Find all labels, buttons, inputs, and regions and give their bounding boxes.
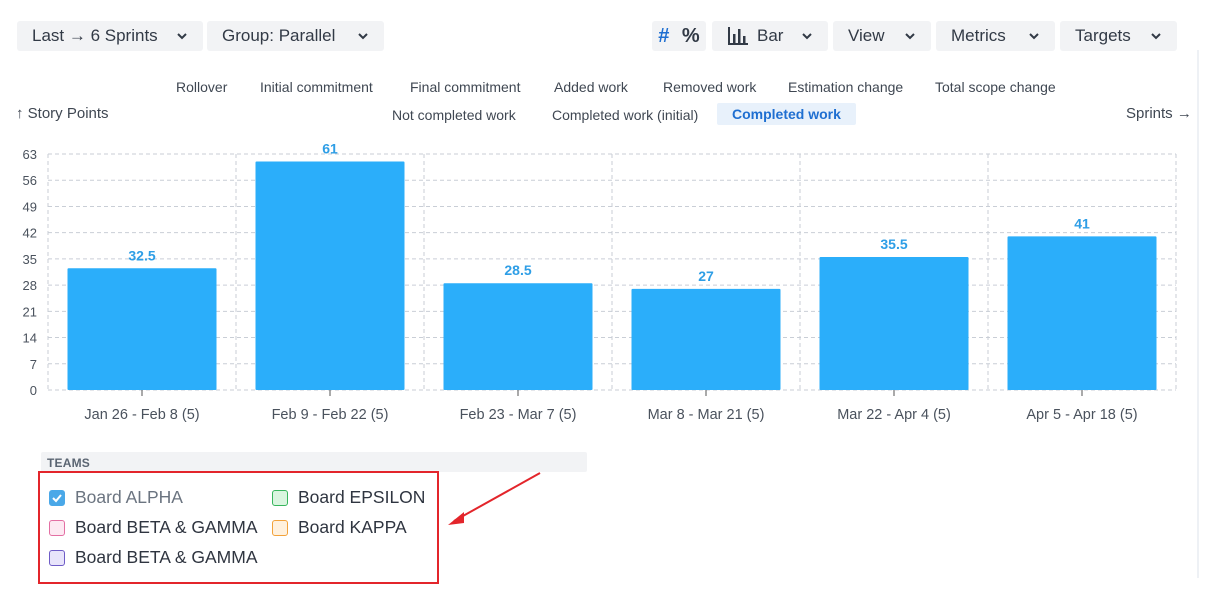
chart-type-content: Bar bbox=[727, 26, 783, 46]
completed-work-bar-chart: 0 7 14 21 28 35 42 49 56 63 32.5 Jan 26 - Feb 8 (5)… bbox=[23, 140, 1177, 423]
y-tick-label: 7 bbox=[30, 357, 37, 372]
period-dropdown[interactable]: Last → 6 Sprints bbox=[17, 21, 203, 51]
team-label: Board ALPHA bbox=[75, 487, 183, 507]
y-tick-label: 49 bbox=[23, 199, 37, 214]
count-toggle[interactable]: # bbox=[658, 25, 669, 48]
tab-rollover[interactable]: Rollover bbox=[176, 79, 227, 95]
bar bbox=[819, 257, 969, 390]
bar-value-label: 28.5 bbox=[504, 262, 531, 278]
tab-completed-work[interactable]: Completed work bbox=[717, 103, 856, 125]
bar-value-label: 32.5 bbox=[128, 247, 155, 263]
y-tick-label: 14 bbox=[23, 331, 37, 346]
x-tick-label: Jan 26 - Feb 8 (5) bbox=[84, 407, 199, 423]
bar bbox=[631, 288, 781, 390]
bar-chart-icon bbox=[728, 27, 748, 45]
tab-initial-commitment[interactable]: Initial commitment bbox=[260, 79, 373, 95]
x-axis-title: Sprints → bbox=[1126, 105, 1192, 122]
y-tick-label: 56 bbox=[23, 173, 37, 188]
y-tick-label: 28 bbox=[23, 278, 37, 293]
metrics-dropdown[interactable]: Metrics bbox=[936, 21, 1055, 51]
chevron-down-icon bbox=[177, 33, 187, 40]
y-tick-label: 63 bbox=[23, 147, 37, 162]
bar-value-label: 41 bbox=[1074, 215, 1090, 231]
tab-final-commitment[interactable]: Final commitment bbox=[410, 79, 520, 95]
panel-divider bbox=[1197, 50, 1199, 578]
view-label: View bbox=[848, 26, 885, 45]
checkbox-icon[interactable] bbox=[272, 489, 288, 506]
chevron-down-icon bbox=[358, 33, 368, 40]
view-dropdown[interactable]: View bbox=[833, 21, 931, 51]
x-tick-label: Feb 23 - Mar 7 (5) bbox=[460, 407, 577, 423]
bar bbox=[1007, 236, 1157, 390]
checkbox-icon[interactable] bbox=[49, 519, 65, 536]
tab-added-work[interactable]: Added work bbox=[554, 79, 628, 95]
bar bbox=[67, 268, 217, 390]
team-label: Board BETA & GAMMA bbox=[75, 547, 258, 567]
bar bbox=[255, 161, 405, 390]
tab-completed-work-initial[interactable]: Completed work (initial) bbox=[552, 107, 698, 123]
group-dropdown[interactable]: Group: Parallel bbox=[207, 21, 384, 51]
checkbox-checked-icon[interactable] bbox=[49, 489, 65, 506]
bar-value-label: 35.5 bbox=[880, 236, 907, 252]
chevron-down-icon bbox=[1151, 33, 1161, 40]
x-tick-label: Mar 22 - Apr 4 (5) bbox=[837, 407, 951, 423]
team-label: Board BETA & GAMMA bbox=[75, 517, 258, 537]
chevron-down-icon bbox=[1029, 33, 1039, 40]
y-axis-title: ↑ Story Points bbox=[16, 105, 109, 122]
y-tick-label: 0 bbox=[30, 383, 37, 398]
bar bbox=[443, 283, 593, 390]
period-label: Last → 6 Sprints bbox=[32, 26, 158, 45]
x-tick-label: Mar 8 - Mar 21 (5) bbox=[648, 407, 765, 423]
y-tick-label: 35 bbox=[23, 252, 37, 267]
x-tick-label: Feb 9 - Feb 22 (5) bbox=[272, 407, 389, 423]
checkbox-icon[interactable] bbox=[49, 549, 65, 566]
targets-dropdown[interactable]: Targets bbox=[1060, 21, 1177, 51]
team-board-alpha[interactable]: Board ALPHA bbox=[49, 487, 183, 508]
tab-total-scope-change[interactable]: Total scope change bbox=[935, 79, 1056, 95]
chevron-down-icon bbox=[802, 33, 812, 40]
group-label: Group: Parallel bbox=[222, 26, 336, 45]
percent-toggle[interactable]: % bbox=[682, 25, 700, 48]
tab-estimation-change[interactable]: Estimation change bbox=[788, 79, 903, 95]
team-board-beta-gamma[interactable]: Board BETA & GAMMA bbox=[49, 517, 258, 538]
team-board-kappa[interactable]: Board KAPPA bbox=[272, 517, 407, 538]
targets-label: Targets bbox=[1075, 26, 1131, 45]
team-board-epsilon[interactable]: Board EPSILON bbox=[272, 487, 425, 508]
checkbox-icon[interactable] bbox=[272, 519, 288, 536]
chart-type-dropdown[interactable]: Bar bbox=[712, 21, 828, 51]
x-tick-label: Apr 5 - Apr 18 (5) bbox=[1026, 407, 1137, 423]
team-label: Board EPSILON bbox=[298, 487, 426, 507]
chart-type-label: Bar bbox=[757, 26, 784, 45]
team-board-beta-gamma-2[interactable]: Board BETA & GAMMA bbox=[49, 547, 258, 568]
metrics-label: Metrics bbox=[951, 26, 1006, 45]
tab-removed-work[interactable]: Removed work bbox=[663, 79, 756, 95]
tab-not-completed-work[interactable]: Not completed work bbox=[392, 107, 516, 123]
bar-value-label: 27 bbox=[698, 268, 714, 284]
y-tick-label: 21 bbox=[23, 304, 37, 319]
bar-value-label: 61 bbox=[322, 140, 338, 156]
y-tick-label: 42 bbox=[23, 226, 37, 241]
count-percent-toggle: # % bbox=[652, 21, 706, 51]
team-label: Board KAPPA bbox=[298, 517, 407, 537]
chevron-down-icon bbox=[905, 33, 915, 40]
annotation-arrow-icon bbox=[448, 472, 541, 525]
